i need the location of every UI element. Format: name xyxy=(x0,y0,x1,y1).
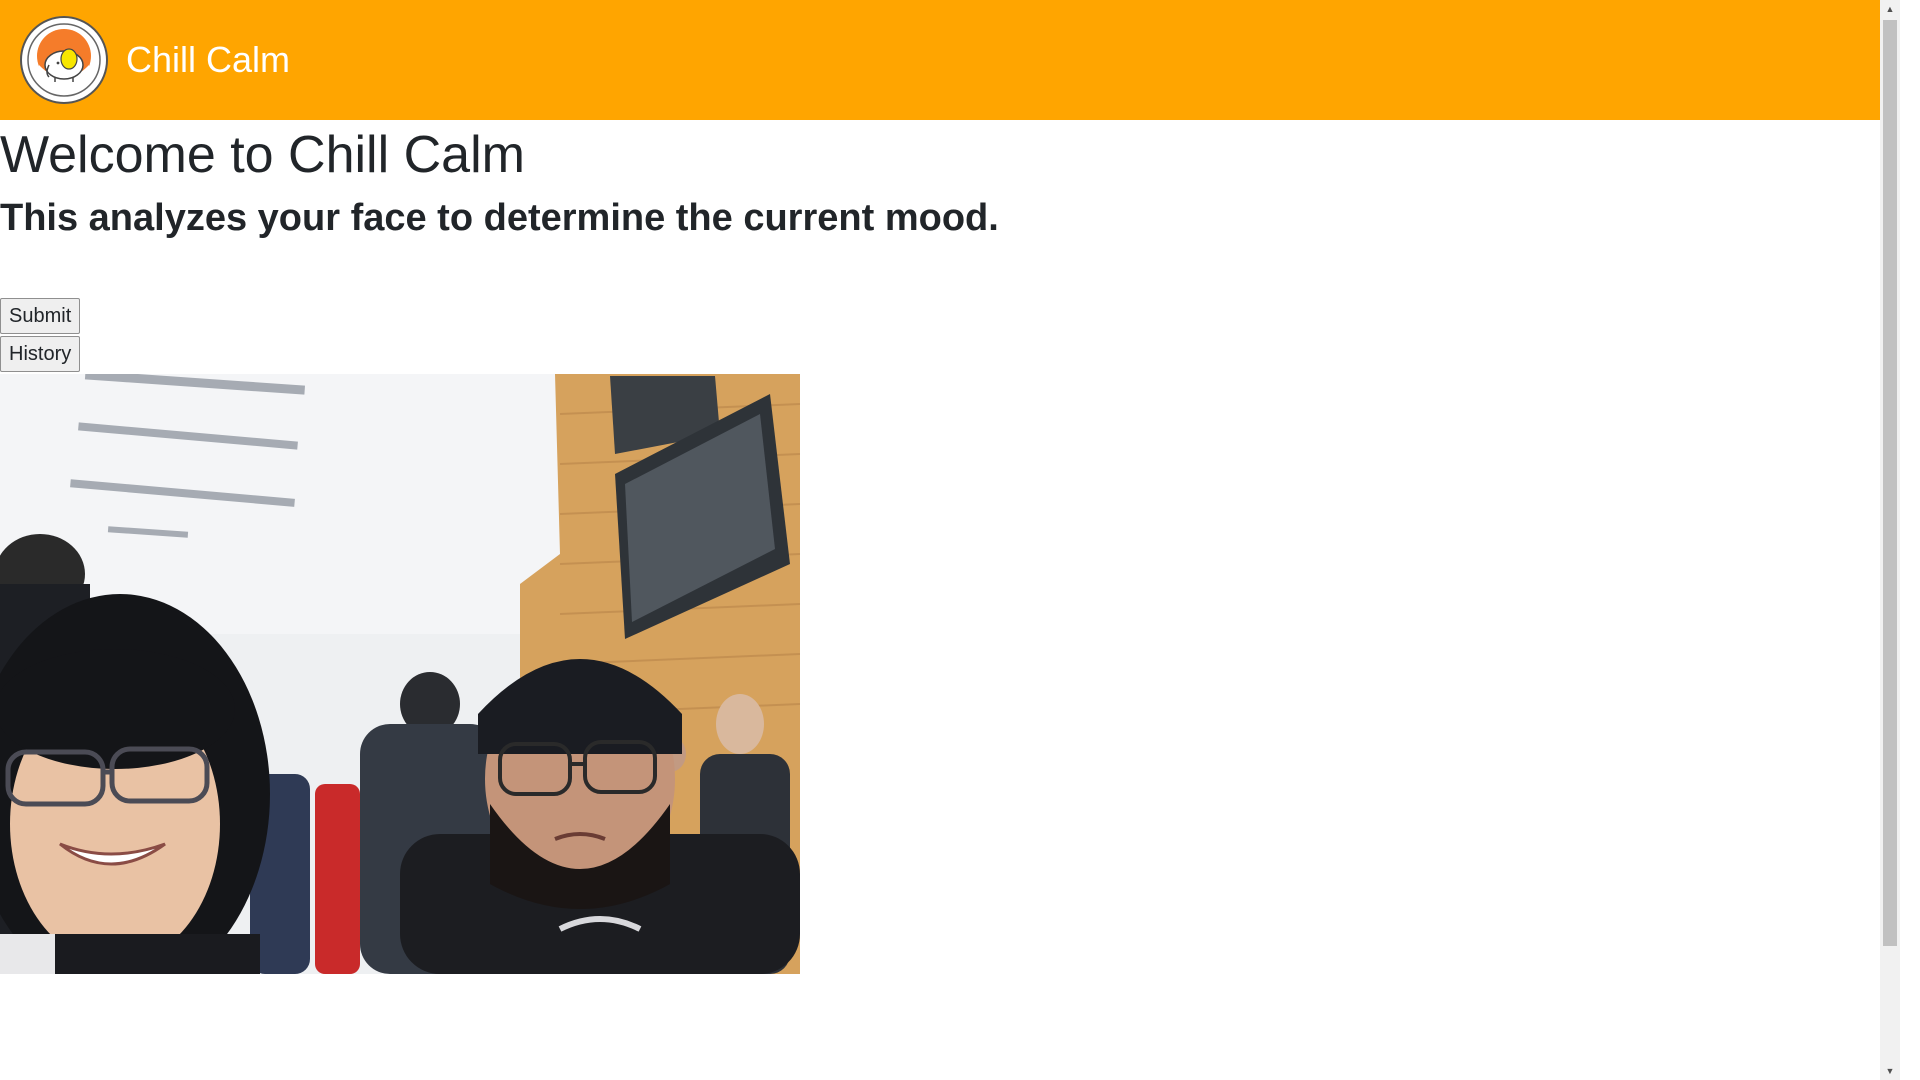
scroll-up-arrow-icon[interactable]: ▲ xyxy=(1880,0,1900,18)
navbar: Chill Calm xyxy=(0,0,1900,120)
elephant-logo-icon[interactable] xyxy=(20,16,108,104)
submit-button[interactable]: Submit xyxy=(0,298,81,334)
page-title: Welcome to Chill Calm xyxy=(0,126,525,184)
action-buttons: Submit History xyxy=(0,298,1900,374)
vertical-scrollbar[interactable]: ▲ ▼ xyxy=(1880,0,1900,1080)
scroll-down-arrow-icon[interactable]: ▼ xyxy=(1880,1062,1900,1080)
page: Chill Calm Welcome to Chill Calm This an… xyxy=(0,0,1900,1080)
scroll-thumb[interactable] xyxy=(1883,20,1897,946)
page-subtitle: This analyzes your face to determine the… xyxy=(0,197,999,239)
webcam-feed-image xyxy=(0,374,800,974)
brand-name[interactable]: Chill Calm xyxy=(126,39,290,81)
history-button[interactable]: History xyxy=(0,336,81,372)
